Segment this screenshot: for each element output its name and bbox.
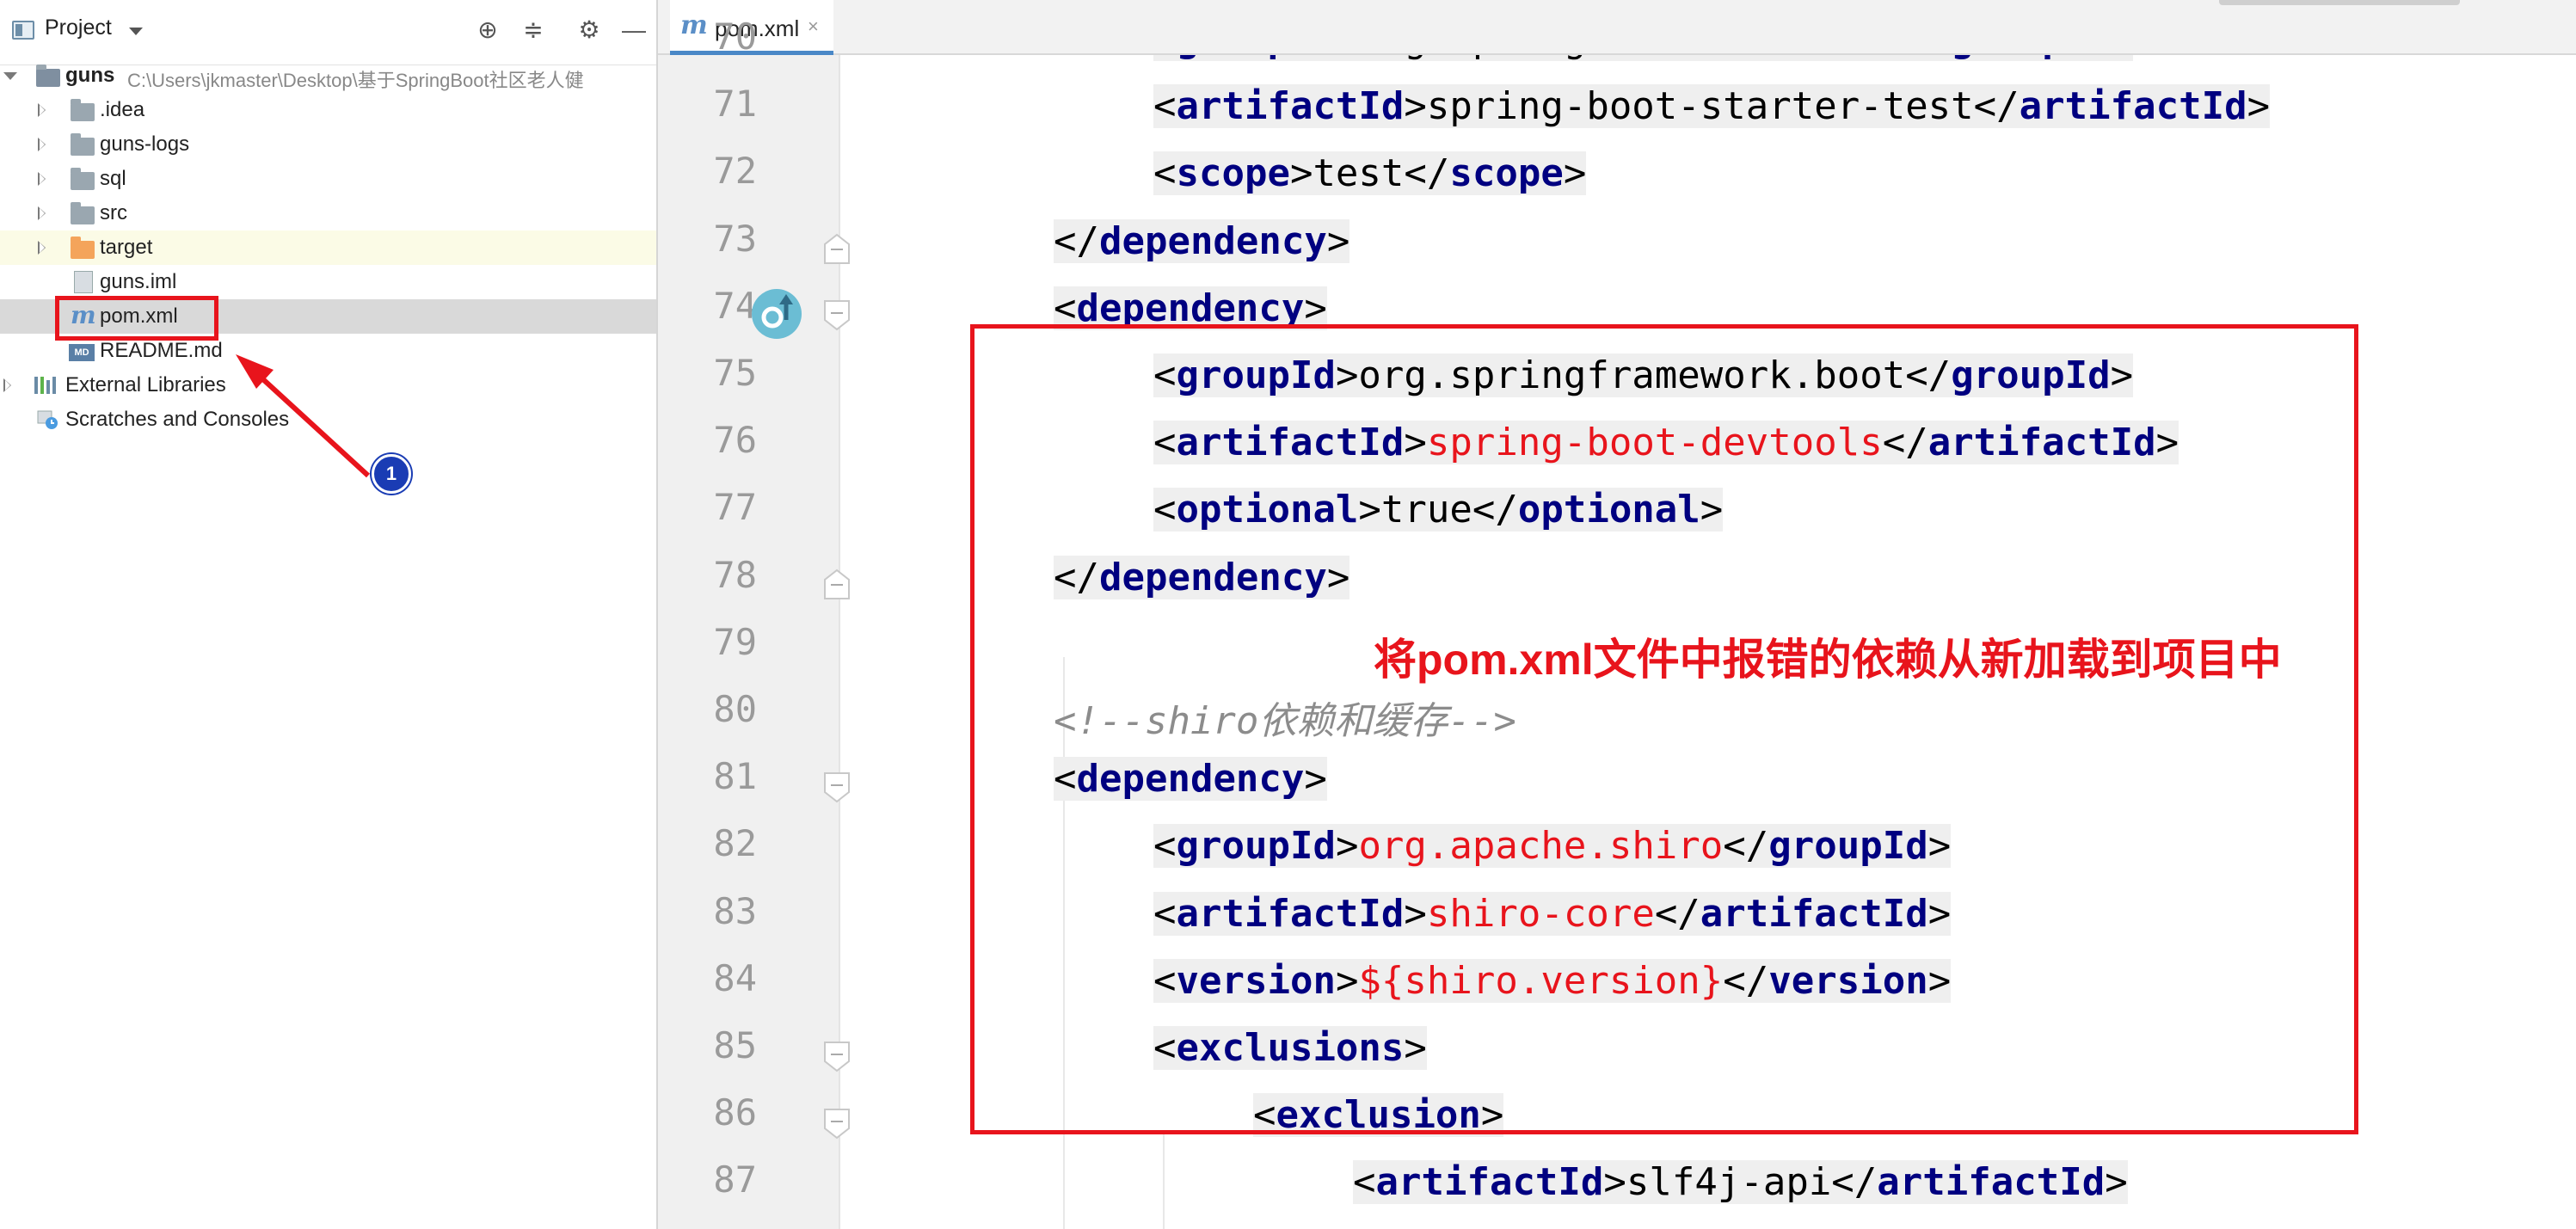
line-number: 86 xyxy=(713,1091,757,1134)
code-token: >test</ xyxy=(1289,151,1450,196)
code-token: < xyxy=(1353,1160,1376,1205)
code-token: >org.springframework.boot</ xyxy=(1335,55,1952,61)
code-token: > xyxy=(2247,84,2271,129)
line-number: 81 xyxy=(713,755,757,798)
code-token: </ xyxy=(1054,218,1099,263)
line-number: 71 xyxy=(713,83,757,126)
line-number: 70 xyxy=(713,15,757,58)
code-token: > xyxy=(2110,55,2134,61)
code-token: scope xyxy=(1449,151,1564,196)
code-token: < xyxy=(1153,55,1177,61)
editor-tab-bar: m pom.xml × xyxy=(658,0,2576,55)
code-token: groupId xyxy=(1951,55,2111,61)
code-token: > xyxy=(1563,151,1587,196)
line-number: 84 xyxy=(713,956,757,999)
code-token: > xyxy=(2105,1160,2128,1205)
line-number: 72 xyxy=(713,150,757,193)
close-icon[interactable]: × xyxy=(808,15,819,38)
code-line: </dependency> xyxy=(1054,218,1350,263)
line-number: 80 xyxy=(713,688,757,730)
code-token: scope xyxy=(1176,151,1290,196)
annotation-arrow xyxy=(236,354,371,478)
line-number: 76 xyxy=(713,419,757,462)
code-line: <scope>test</scope> xyxy=(1153,151,1587,196)
code-token: >slf4j-api</ xyxy=(1603,1160,1878,1205)
line-number: 79 xyxy=(713,620,757,663)
line-number: 77 xyxy=(713,486,757,529)
line-number: 75 xyxy=(713,352,757,394)
code-token: groupId xyxy=(1176,55,1336,61)
code-token: artifactId xyxy=(1375,1160,1604,1205)
line-number: 82 xyxy=(713,822,757,865)
line-number: 78 xyxy=(713,553,757,596)
line-number: 74 xyxy=(713,284,757,327)
code-line: <artifactId>slf4j-api</artifactId> xyxy=(1353,1160,2128,1205)
line-number: 73 xyxy=(713,217,757,260)
code-token: > xyxy=(1326,218,1350,263)
code-token: artifactId xyxy=(2019,84,2247,129)
code-token: artifactId xyxy=(1176,84,1405,129)
override-gutter-icon[interactable] xyxy=(750,287,803,341)
code-token: dependency xyxy=(1098,218,1327,263)
code-line: <artifactId>spring-boot-starter-test</ar… xyxy=(1153,84,2271,129)
annotation-callout: 将pom.xml文件中报错的依赖从新加载到项目中 xyxy=(1374,635,2282,685)
code-token: < xyxy=(1153,84,1177,129)
line-number: 85 xyxy=(713,1024,757,1066)
line-number: 83 xyxy=(713,889,757,932)
line-number: 87 xyxy=(713,1158,757,1201)
code-token: artifactId xyxy=(1877,1160,2106,1205)
indent-guide xyxy=(1163,1130,1165,1229)
highlight-box-dependencies xyxy=(970,324,2358,1134)
code-line: <groupId>org.springframework.boot</group… xyxy=(1153,55,2134,61)
code-token: < xyxy=(1153,151,1177,196)
step-badge: 1 xyxy=(372,454,411,494)
code-token: >spring-boot-starter-test</ xyxy=(1404,84,2020,129)
scroll-indicator xyxy=(2219,0,2460,5)
